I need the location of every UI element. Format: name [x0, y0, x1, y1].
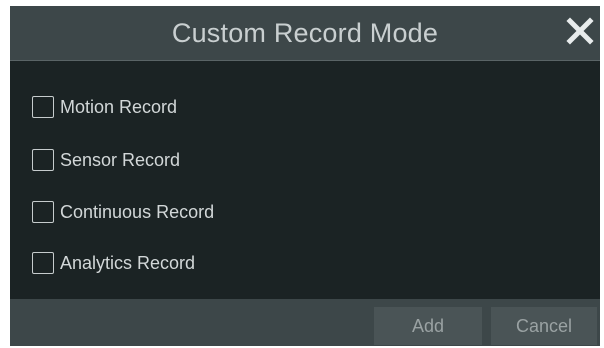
- add-button[interactable]: Add: [374, 307, 482, 345]
- analytics-record-checkbox[interactable]: [32, 252, 54, 274]
- option-motion-record[interactable]: Motion Record: [32, 94, 177, 120]
- dialog-footer: Add Cancel: [10, 299, 600, 346]
- option-continuous-record[interactable]: Continuous Record: [32, 199, 214, 225]
- analytics-record-label: Analytics Record: [60, 252, 196, 273]
- dialog-title: Custom Record Mode: [171, 18, 439, 48]
- continuous-record-label: Continuous Record: [60, 201, 215, 222]
- custom-record-mode-dialog: Custom Record Mode Motion Record Sensor …: [10, 6, 600, 346]
- sensor-record-label: Sensor Record: [60, 149, 181, 170]
- dialog-body: Motion Record Sensor Record Continuous R…: [10, 61, 600, 299]
- motion-record-label: Motion Record: [60, 96, 178, 117]
- option-analytics-record[interactable]: Analytics Record: [32, 250, 195, 276]
- continuous-record-checkbox[interactable]: [32, 201, 54, 223]
- close-icon[interactable]: [560, 12, 600, 52]
- cancel-button[interactable]: Cancel: [491, 307, 597, 345]
- sensor-record-checkbox[interactable]: [32, 149, 54, 171]
- motion-record-checkbox[interactable]: [32, 96, 54, 118]
- option-sensor-record[interactable]: Sensor Record: [32, 147, 180, 173]
- dialog-titlebar: Custom Record Mode: [10, 6, 600, 61]
